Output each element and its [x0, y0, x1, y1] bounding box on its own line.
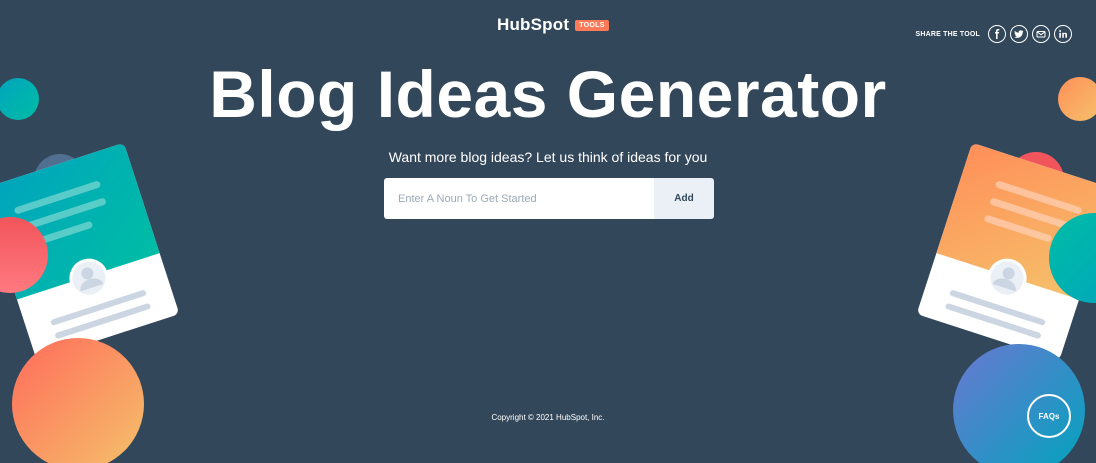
facebook-share-button[interactable] [988, 25, 1006, 43]
faqs-button[interactable]: FAQs [1027, 394, 1071, 438]
page-subtitle: Want more blog ideas? Let us think of id… [388, 149, 708, 165]
noun-input[interactable] [384, 178, 654, 219]
linkedin-icon [1059, 30, 1067, 38]
tools-badge: TOOLS [575, 19, 609, 31]
share-label: SHARE THE TOOL [915, 30, 980, 38]
add-button[interactable]: Add [654, 178, 714, 219]
logo-text: HubSpot [497, 15, 570, 34]
twitter-icon [1014, 30, 1024, 38]
noun-form: Add [384, 178, 714, 219]
hubspot-tools-logo[interactable]: HubSpot TOOLS [497, 14, 609, 36]
twitter-share-button[interactable] [1010, 25, 1028, 43]
copyright-text: Copyright © 2021 HubSpot, Inc. [491, 413, 605, 422]
page-title: Blog Ideas Generator [209, 57, 887, 131]
share-bar: SHARE THE TOOL [915, 25, 1072, 43]
facebook-icon [995, 29, 1000, 39]
email-icon [1036, 31, 1046, 38]
email-share-button[interactable] [1032, 25, 1050, 43]
linkedin-share-button[interactable] [1054, 25, 1072, 43]
